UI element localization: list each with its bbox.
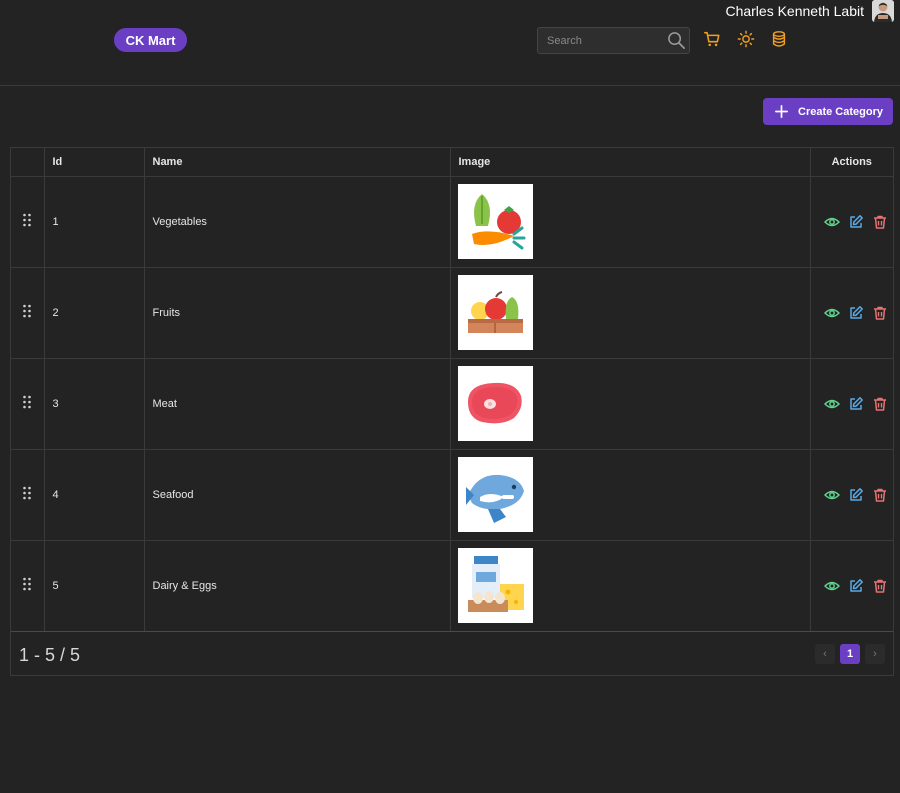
id-cell: 5 bbox=[44, 540, 145, 632]
header-bar: Charles Kenneth Labit CK Mart bbox=[0, 0, 900, 86]
id-cell: 1 bbox=[44, 176, 145, 268]
table-header-row: Id Name Image Actions bbox=[11, 148, 893, 177]
drag-cell[interactable] bbox=[11, 176, 45, 268]
table-row: 1 Vegetables bbox=[11, 176, 893, 268]
edit-icon[interactable] bbox=[848, 396, 864, 412]
id-cell: 4 bbox=[44, 449, 145, 541]
drag-handle-icon[interactable] bbox=[22, 395, 32, 409]
view-icon[interactable] bbox=[823, 396, 840, 412]
app-page: Charles Kenneth Labit CK Mart Search Cre… bbox=[0, 0, 900, 793]
brand-logo[interactable]: CK Mart bbox=[114, 28, 187, 52]
view-icon[interactable] bbox=[823, 214, 840, 230]
user-name: Charles Kenneth Labit bbox=[725, 3, 864, 19]
prev-page-button[interactable]: ‹ bbox=[815, 644, 835, 664]
actions-cell bbox=[810, 449, 893, 541]
drag-handle-icon[interactable] bbox=[22, 304, 32, 318]
image-cell bbox=[450, 358, 811, 450]
next-page-button[interactable]: › bbox=[865, 644, 885, 664]
create-category-label: Create Category bbox=[798, 105, 883, 118]
table-row: 2 Fruits bbox=[11, 267, 893, 359]
view-icon[interactable] bbox=[823, 578, 840, 594]
drag-cell[interactable] bbox=[11, 540, 45, 632]
vegetables-image bbox=[457, 184, 533, 259]
dairy-eggs-image bbox=[457, 548, 533, 623]
image-cell bbox=[450, 540, 811, 632]
image-cell bbox=[450, 267, 811, 359]
table-row: 4 Seafood bbox=[11, 449, 893, 541]
view-icon[interactable] bbox=[823, 305, 840, 321]
fruits-image bbox=[457, 275, 533, 350]
delete-icon[interactable] bbox=[872, 214, 888, 230]
search-input[interactable] bbox=[538, 28, 663, 53]
column-header-image: Image bbox=[450, 148, 811, 177]
search-icon[interactable] bbox=[667, 31, 686, 50]
edit-icon[interactable] bbox=[848, 487, 864, 503]
database-icon[interactable] bbox=[770, 30, 788, 48]
delete-icon[interactable] bbox=[872, 396, 888, 412]
column-header-actions: Actions bbox=[810, 148, 893, 177]
sun-icon[interactable] bbox=[737, 30, 755, 48]
id-cell: 3 bbox=[44, 358, 145, 450]
edit-icon[interactable] bbox=[848, 305, 864, 321]
actions-cell bbox=[810, 176, 893, 268]
edit-icon[interactable] bbox=[848, 214, 864, 230]
delete-icon[interactable] bbox=[872, 305, 888, 321]
name-cell: Meat bbox=[144, 358, 451, 450]
page-button-current[interactable]: 1 bbox=[840, 644, 860, 664]
meat-image bbox=[457, 366, 533, 441]
avatar[interactable] bbox=[872, 0, 894, 22]
name-cell: Vegetables bbox=[144, 176, 451, 268]
table-footer: 1 - 5 / 5 ‹ 1 › bbox=[11, 632, 893, 676]
image-cell bbox=[450, 176, 811, 268]
column-header-name[interactable]: Name bbox=[144, 148, 451, 177]
name-cell: Fruits bbox=[144, 267, 451, 359]
edit-icon[interactable] bbox=[848, 578, 864, 594]
categories-table: Id Name Image Actions 1 Vegetables 2 Fru… bbox=[10, 147, 894, 676]
id-cell: 2 bbox=[44, 267, 145, 359]
drag-cell[interactable] bbox=[11, 267, 45, 359]
pagination: ‹ 1 › bbox=[815, 644, 885, 664]
create-category-button[interactable]: Create Category bbox=[763, 98, 893, 125]
delete-icon[interactable] bbox=[872, 487, 888, 503]
actions-cell bbox=[810, 267, 893, 359]
column-header-id[interactable]: Id bbox=[44, 148, 145, 177]
image-cell bbox=[450, 449, 811, 541]
drag-handle-icon[interactable] bbox=[22, 486, 32, 500]
actions-cell bbox=[810, 540, 893, 632]
delete-icon[interactable] bbox=[872, 578, 888, 594]
plus-icon bbox=[775, 105, 788, 118]
column-header-drag bbox=[11, 148, 45, 177]
name-cell: Seafood bbox=[144, 449, 451, 541]
table-row: 5 Dairy & Eggs bbox=[11, 540, 893, 632]
view-icon[interactable] bbox=[823, 487, 840, 503]
drag-handle-icon[interactable] bbox=[22, 577, 32, 591]
pagination-range: 1 - 5 / 5 bbox=[19, 645, 81, 665]
seafood-image bbox=[457, 457, 533, 532]
user-menu[interactable]: Charles Kenneth Labit bbox=[725, 0, 894, 22]
search-box[interactable] bbox=[537, 27, 690, 54]
name-cell: Dairy & Eggs bbox=[144, 540, 451, 632]
drag-handle-icon[interactable] bbox=[22, 213, 32, 227]
cart-icon[interactable] bbox=[703, 30, 721, 48]
actions-cell bbox=[810, 358, 893, 450]
drag-cell[interactable] bbox=[11, 449, 45, 541]
table-row: 3 Meat bbox=[11, 358, 893, 450]
drag-cell[interactable] bbox=[11, 358, 45, 450]
